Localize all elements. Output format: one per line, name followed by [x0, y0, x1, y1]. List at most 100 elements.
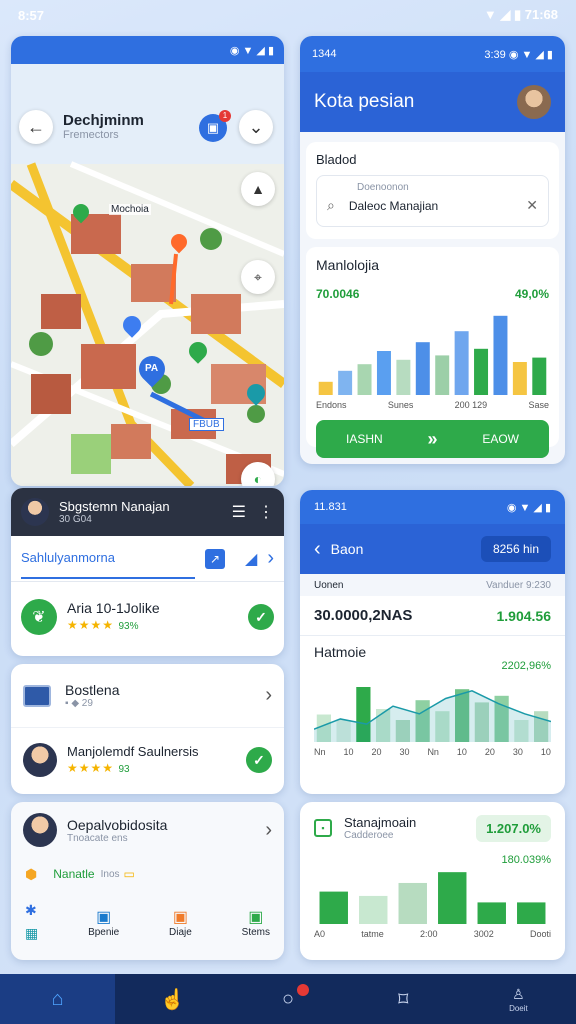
time-pill[interactable]: 8256 hin [480, 536, 551, 562]
grid-icon[interactable]: ▦ [25, 925, 38, 942]
cta-button[interactable]: IASHN » EAOW [316, 420, 549, 458]
nav-swipe[interactable]: ☝ [115, 974, 230, 1024]
back-chevron-icon[interactable]: ‹ [314, 538, 321, 561]
share-icon[interactable]: ◢ [245, 549, 257, 569]
bottom-left-row-text: Nanatle [53, 867, 95, 881]
profile-header: Sbgstemn Nanajan 30 G04 ☰ ⋮ [11, 488, 284, 536]
cta-right-label: EAOW [482, 432, 519, 446]
mid-right-values: 30.0000,2NAS 1.904.56 [300, 596, 565, 636]
chart-bar [376, 351, 391, 395]
mid-chart-value: 2202,96% [501, 660, 551, 672]
bottom-left-sub: Tnoacate ens [67, 832, 128, 844]
search-box[interactable]: Doenoonon ⌕ Daleoc Manajian ✕ [316, 175, 549, 227]
chevron-right-icon[interactable]: › [267, 547, 274, 570]
list-card: Bostlena ▪ ◆ 29 › Manjolemdf Saulnersis … [11, 664, 284, 794]
tick-label: 10 [456, 747, 467, 757]
chart-right-value: 49,0% [514, 287, 549, 301]
big-value: 30.0000,2NAS [314, 607, 413, 624]
map-pin-label: PA [145, 363, 159, 374]
list-item-title: Aria 10-1Jolike [67, 600, 160, 616]
rating-stars: ★★★★ [67, 618, 115, 632]
chart-1-ticks: Endons Sunes 200 129 Sase [316, 400, 549, 410]
profile-tab-row: Sahlulyanmorna ↗ ◢ › [11, 536, 284, 582]
list-item-meta: 93 [118, 763, 130, 775]
list-item-title: Bostlena [65, 682, 120, 698]
list-icon[interactable]: ☰ [232, 502, 246, 522]
chart-3-svg [319, 872, 546, 924]
big-value-right: 1.904.56 [496, 607, 552, 624]
tab-primary[interactable]: Sahlulyanmorna [21, 538, 196, 579]
avatar[interactable] [517, 85, 551, 119]
map-title: Dechjminm [63, 112, 144, 129]
tick-label: Dooti [529, 929, 551, 939]
avatar [23, 813, 57, 847]
search-label: Doenoonon [357, 182, 409, 193]
action-item[interactable]: ▣ Bpenie [88, 907, 119, 938]
chart-left-value: 70.0046 [316, 287, 360, 301]
back-label[interactable]: Baon [331, 541, 481, 557]
status-bar: 8:57 ▼ ◢ ▮ 71:68 [0, 0, 576, 30]
chart-bar [517, 902, 546, 924]
search-input[interactable]: Daleoc Manajian [349, 199, 526, 213]
check-icon[interactable]: ✓ [246, 747, 272, 773]
tick-label: Sunes [387, 400, 414, 410]
bottom-left-card: Oepalvobidosita Tnoacate ens › ⬢ Nanatle… [11, 802, 284, 960]
nav-chat[interactable]: ⌑ [346, 974, 461, 1024]
row-label: Uonen [314, 579, 344, 591]
tick-label: 3002 [473, 929, 494, 939]
list-item-meta: 29 [81, 698, 93, 709]
bottom-left-header[interactable]: Oepalvobidosita Tnoacate ens › [11, 802, 284, 858]
bottom-right-title: Stanajmoain [344, 815, 417, 830]
map-view[interactable]: ← Dechjminm Fremectors ▣ 1 ⌄ ▲ ⌖ ◐ Mocho… [11, 64, 284, 486]
chart-bar [454, 331, 469, 395]
puzzle-icon[interactable]: ✱ [25, 902, 37, 919]
home-icon: ⌂ [51, 987, 64, 1010]
profile-name: Sbgstemn Nanajan [59, 499, 170, 514]
nav-circle[interactable]: ○ [230, 974, 345, 1024]
location-icon[interactable]: ⌖ [241, 260, 275, 294]
bottom-left-actions: ✱ ▦ ▣ Bpenie ▣ Diaje ▣ Stems [11, 890, 284, 954]
action-item[interactable]: ▣ Stems [242, 907, 270, 938]
action-label: Diaje [169, 926, 192, 938]
bottom-left-title: Oepalvobidosita [67, 816, 168, 833]
tick-label: 2:00 [419, 929, 438, 939]
chevron-right-icon[interactable]: › [265, 684, 272, 707]
direction-icon[interactable]: ⌄ [239, 110, 273, 144]
action-item[interactable]: ▣ Diaje [169, 907, 192, 938]
top-right-card: 1344 3:39 ◉ ▼ ◢ ▮ Kota pesian Bladod Doe… [300, 36, 565, 464]
cta-left-label: IASHN [346, 432, 383, 446]
chart-icon[interactable]: ↗ [205, 548, 226, 569]
back-arrow-icon[interactable]: ← [19, 110, 53, 144]
bottom-nav: ⌂ ☝ ○ ⌑ ♙ Doeit [0, 974, 576, 1024]
list-item[interactable]: Manjolemdf Saulnersis ★★★★ 93 ✓ [11, 728, 284, 792]
list-item[interactable]: ❦ Aria 10-1Jolike ★★★★ 93% ✓ [11, 582, 284, 652]
bottom-left-row-meta: Inos [100, 868, 120, 880]
close-icon[interactable]: ✕ [526, 197, 538, 214]
action-label: Stems [241, 926, 270, 938]
bottom-chart-value: 180.039% [501, 854, 551, 866]
profile-sub: 30 G04 [59, 514, 92, 525]
notification-badge: 1 [219, 110, 231, 122]
compass-icon[interactable]: ▲ [241, 172, 275, 206]
chart-bar [319, 891, 348, 924]
chat-icon: ⌑ [398, 988, 409, 1011]
map-card: ◉ ▼ ◢ ▮ ← Dechjminm Fremectors ▣ 1 ⌄ ▲ ⌖… [11, 36, 284, 486]
nav-user[interactable]: ♙ Doeit [461, 974, 576, 1024]
chevron-right-icon[interactable]: › [265, 819, 272, 842]
chart-area [314, 690, 551, 742]
more-icon[interactable]: ⋮ [258, 502, 274, 522]
tick-label: Nn [427, 747, 439, 757]
nav-home[interactable]: ⌂ [0, 974, 116, 1024]
chart-bar [532, 357, 547, 395]
map-label-1: Mochoia [109, 204, 151, 215]
row-right: Vanduer 9:230 [486, 579, 551, 591]
check-icon[interactable]: ✓ [248, 604, 274, 630]
map-label-2: FBUB [189, 418, 224, 431]
tick-label: 20 [484, 747, 495, 757]
list-item[interactable]: Bostlena ▪ ◆ 29 › [11, 664, 284, 728]
chart-bar [512, 362, 527, 395]
map-card-top-bar: ◉ ▼ ◢ ▮ [11, 36, 284, 64]
top-right-title: Kota pesian [314, 91, 415, 112]
percent-pill[interactable]: 1.207.0% [476, 814, 551, 842]
map-status-icons: ◉ ▼ ◢ ▮ [229, 44, 274, 57]
